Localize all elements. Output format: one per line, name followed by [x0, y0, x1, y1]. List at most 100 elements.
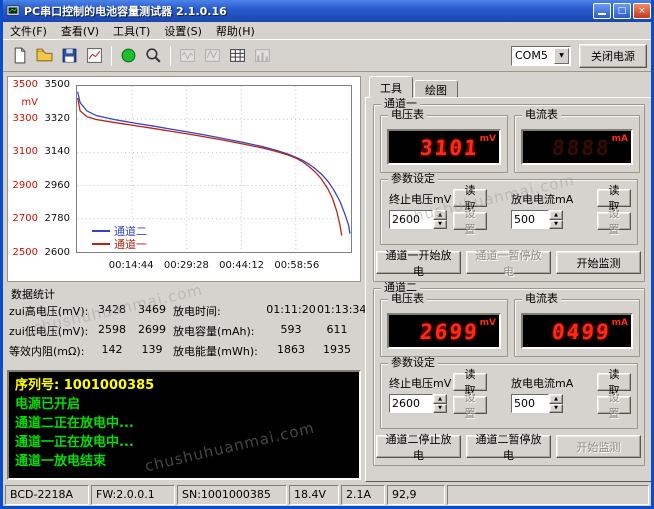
- channel1-current-input[interactable]: [511, 210, 549, 229]
- maximize-button[interactable]: □: [613, 3, 631, 19]
- end-voltage-label: 终止电压mV: [389, 193, 452, 206]
- stat-value: 01:13:34: [317, 303, 367, 316]
- right-panel: 工具 绘图 通道一 电压表 8888 3101 mV 电流表 8888 mA 参…: [365, 76, 651, 482]
- histogram-icon[interactable]: [250, 44, 274, 68]
- spin-down-icon[interactable]: ▼: [549, 403, 563, 413]
- channel1-voltmeter-display: 8888 3101 mV: [387, 129, 501, 165]
- discharge-current-label: 放电电流mA: [511, 193, 574, 206]
- channel2-group: 通道二 电压表 8888 2699 mV 电流表 8888 0499 mA 参数…: [373, 282, 645, 466]
- console-line: 通道二正在放电中...: [15, 416, 134, 431]
- stat-label: 等效内阻(mΩ):: [9, 345, 85, 358]
- params-caption: 参数设定: [388, 357, 438, 369]
- stat-value: 3428: [98, 303, 126, 316]
- channel1-end-voltage-input[interactable]: [389, 210, 433, 229]
- channel2-current-stepper[interactable]: ▲ ▼: [511, 394, 563, 413]
- tab-tools[interactable]: 工具: [369, 76, 413, 98]
- channel2-voltage-set-button[interactable]: 设置: [453, 391, 487, 420]
- spin-up-icon[interactable]: ▲: [433, 394, 447, 404]
- channel2-ammeter-display: 8888 0499 mA: [521, 313, 633, 349]
- menu-view[interactable]: 查看(V): [54, 22, 106, 40]
- channel2-end-voltage-input[interactable]: [389, 394, 433, 413]
- app-window: PC串口控制的电池容量测试器 2.1.0.16 □ × 文件(F) 查看(V) …: [0, 0, 654, 509]
- channel2-ammeter-group: 电流表 8888 0499 mA: [514, 293, 640, 357]
- channel2-voltmeter-display: 8888 2699 mV: [387, 313, 501, 349]
- channel1-current-stepper[interactable]: ▲ ▼: [511, 210, 563, 229]
- spin-up-icon[interactable]: ▲: [549, 394, 563, 404]
- y-axis-label: 2600: [44, 247, 70, 258]
- close-icon: ×: [638, 6, 646, 16]
- channel1-pause-discharge-button[interactable]: 通道一暂停放电: [466, 249, 551, 278]
- menu-help[interactable]: 帮助(H): [209, 22, 262, 40]
- channel2-end-voltage-stepper[interactable]: ▲ ▼: [389, 394, 447, 413]
- maximize-icon: □: [617, 6, 627, 16]
- status-model: BCD-2218A: [5, 485, 89, 505]
- channel2-stop-discharge-button[interactable]: 通道二停止放电: [376, 433, 461, 462]
- stat-value: 593: [280, 323, 302, 336]
- minimize-button[interactable]: [593, 3, 611, 19]
- channel2-voltmeter-group: 电压表 8888 2699 mV: [380, 293, 508, 357]
- open-file-icon[interactable]: [32, 44, 56, 68]
- window-title: PC串口控制的电池容量测试器 2.1.0.16: [24, 5, 227, 18]
- channel2-current-input[interactable]: [511, 394, 549, 413]
- stat-value: 01:11:20: [266, 303, 316, 316]
- menu-settings[interactable]: 设置(S): [157, 22, 209, 40]
- zoom-icon[interactable]: [141, 44, 165, 68]
- menu-file[interactable]: 文件(F): [3, 22, 54, 40]
- stat-value: 611: [326, 323, 348, 336]
- channel1-params-group: 参数设定 终止电压mV ▲ ▼ 读取 设置 放电电流mA: [380, 173, 638, 245]
- data-table-icon[interactable]: [225, 44, 249, 68]
- stat-value: 2598: [98, 323, 126, 336]
- console-line: 通道一放电结束: [15, 454, 107, 469]
- stat-value: 1935: [323, 343, 351, 356]
- channel1-start-discharge-button[interactable]: 通道一开始放电: [376, 249, 461, 278]
- channel1-current-set-button[interactable]: 设置: [597, 207, 631, 236]
- y-axis-label: 3500: [12, 79, 38, 90]
- connect-status-icon[interactable]: [116, 44, 140, 68]
- spin-down-icon[interactable]: ▼: [549, 219, 563, 229]
- legend-swatch-channel1: [92, 242, 110, 245]
- channel1-end-voltage-stepper[interactable]: ▲ ▼: [389, 210, 447, 229]
- com-port-select[interactable]: COM5 ▼: [511, 45, 571, 66]
- menu-tools[interactable]: 工具(T): [106, 22, 157, 40]
- new-file-icon[interactable]: [7, 44, 31, 68]
- legend-swatch-channel2: [92, 229, 110, 232]
- titlebar: PC串口控制的电池容量测试器 2.1.0.16 □ ×: [3, 0, 651, 22]
- console-line: 电源已开启: [15, 397, 81, 412]
- close-button[interactable]: ×: [633, 3, 651, 19]
- channel2-start-monitor-button[interactable]: 开始监测: [556, 435, 641, 458]
- menu-bar: 文件(F) 查看(V) 工具(T) 设置(S) 帮助(H): [3, 22, 651, 40]
- save-file-icon[interactable]: [57, 44, 81, 68]
- channel1-voltage-set-button[interactable]: 设置: [453, 207, 487, 236]
- spin-up-icon[interactable]: ▲: [549, 210, 563, 220]
- stat-value: 139: [141, 343, 163, 356]
- channel1-ammeter-display: 8888 mA: [521, 129, 633, 165]
- tab-plot[interactable]: 绘图: [414, 80, 458, 98]
- spin-down-icon[interactable]: ▼: [433, 403, 447, 413]
- stat-label: 放电能量(mWh):: [173, 345, 258, 358]
- y-axis-label: 3300: [12, 112, 38, 124]
- channel2-current-value: 0499: [551, 320, 613, 344]
- params-caption: 参数设定: [388, 173, 438, 185]
- y-axis-label: 2900: [12, 179, 38, 191]
- minimize-icon: [598, 13, 606, 15]
- y-axis-label: 3100: [12, 146, 38, 158]
- spin-down-icon[interactable]: ▼: [433, 219, 447, 229]
- voltmeter-caption: 电压表: [388, 109, 427, 121]
- channel1-start-monitor-button[interactable]: 开始监测: [556, 251, 641, 274]
- y-axis-label: 2780: [44, 213, 70, 225]
- stat-value: 1863: [277, 343, 305, 356]
- stat-value: 142: [101, 343, 123, 356]
- spin-up-icon[interactable]: ▲: [433, 210, 447, 220]
- channel2-pause-discharge-button[interactable]: 通道二暂停放电: [466, 433, 551, 462]
- waveform-2-icon[interactable]: [200, 44, 224, 68]
- y-axis-unit: mV: [21, 97, 38, 108]
- chart-icon[interactable]: [82, 44, 106, 68]
- waveform-1-icon[interactable]: [175, 44, 199, 68]
- channel1-voltmeter-group: 电压表 8888 3101 mV: [380, 109, 508, 173]
- channel2-current-set-button[interactable]: 设置: [597, 391, 631, 420]
- toolbar: COM5 ▼ 关闭电源: [3, 40, 651, 72]
- tab-strip: 工具 绘图: [369, 76, 459, 98]
- statistics-table: zui高电压(mV): 3428 3469 放电时间: 01:11:20 01:…: [9, 303, 367, 359]
- power-off-button[interactable]: 关闭电源: [579, 43, 647, 68]
- status-serial: SN:1001000385: [177, 485, 287, 505]
